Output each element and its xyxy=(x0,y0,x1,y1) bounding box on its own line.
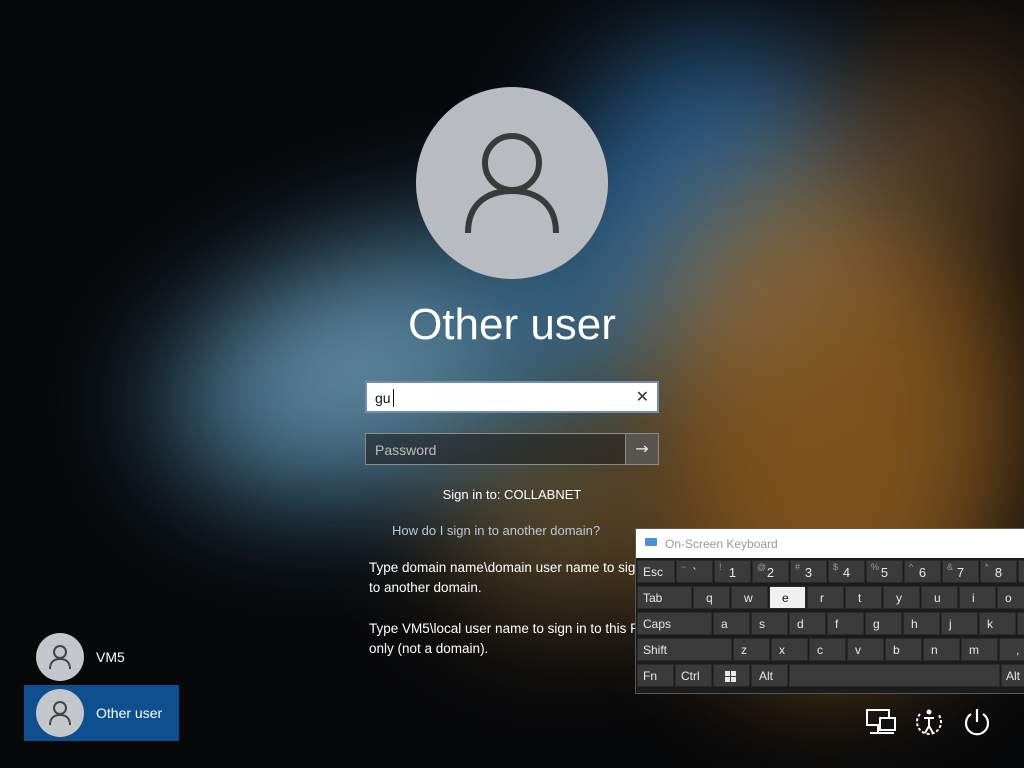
avatar xyxy=(36,689,84,737)
key-o[interactable]: o xyxy=(997,586,1024,609)
password-placeholder: Password xyxy=(375,442,437,458)
password-input[interactable]: Password → xyxy=(365,433,659,465)
key-y[interactable]: y xyxy=(883,586,920,609)
power-icon[interactable] xyxy=(960,706,994,740)
avatar xyxy=(36,633,84,681)
osk-title: On-Screen Keyboard xyxy=(665,537,778,551)
keyboard-icon xyxy=(645,538,657,546)
key-j[interactable]: j xyxy=(941,612,978,635)
key-9-partial[interactable] xyxy=(1018,560,1024,583)
ease-of-access-icon[interactable] xyxy=(912,706,946,740)
key-x[interactable]: x xyxy=(771,638,808,661)
key-ctrl[interactable]: Ctrl xyxy=(675,664,712,687)
key-esc[interactable]: Esc xyxy=(637,560,675,583)
key-3[interactable]: #3 xyxy=(790,560,827,583)
key-space[interactable] xyxy=(789,664,1000,687)
key-fn[interactable]: Fn xyxy=(637,664,674,687)
key-e[interactable]: e xyxy=(769,586,806,609)
user-tile-vm5[interactable]: VM5 xyxy=(24,629,179,685)
user-avatar xyxy=(416,87,608,279)
key-windows[interactable] xyxy=(713,664,750,687)
text-caret xyxy=(393,389,394,407)
key-alt-right[interactable]: Alt xyxy=(1001,664,1024,687)
key-h[interactable]: h xyxy=(903,612,940,635)
key-q[interactable]: q xyxy=(693,586,730,609)
key-v[interactable]: v xyxy=(847,638,884,661)
key-t[interactable]: t xyxy=(845,586,882,609)
account-title: Other user xyxy=(408,300,616,349)
key-backtick[interactable]: ~ ` xyxy=(676,560,713,583)
key-n[interactable]: n xyxy=(923,638,960,661)
username-input[interactable]: gu ✕ xyxy=(365,381,659,413)
key-w[interactable]: w xyxy=(731,586,768,609)
network-icon[interactable] xyxy=(864,706,898,740)
user-tile-label: Other user xyxy=(96,705,163,721)
windows-logo-icon xyxy=(725,671,737,683)
user-tile-label: VM5 xyxy=(96,649,125,665)
key-8[interactable]: * 8 xyxy=(980,560,1017,583)
person-icon xyxy=(465,133,559,234)
person-icon xyxy=(49,645,71,670)
sign-in-domain-label: Sign in to: COLLABNET xyxy=(442,487,582,502)
key-g[interactable]: g xyxy=(865,612,902,635)
key-6[interactable]: ^ 6 xyxy=(904,560,941,583)
key-d[interactable]: d xyxy=(789,612,826,635)
key-m[interactable]: m xyxy=(961,638,998,661)
key-tab[interactable]: Tab xyxy=(637,586,692,609)
key-b[interactable]: b xyxy=(885,638,922,661)
domain-help-text: Type domain name\domain user name to sig… xyxy=(369,560,658,595)
key-7[interactable]: & 7 xyxy=(942,560,979,583)
osk-title-bar[interactable]: On-Screen Keyboard xyxy=(636,529,1024,558)
key-u[interactable]: u xyxy=(921,586,958,609)
key-f[interactable]: f xyxy=(827,612,864,635)
key-s[interactable]: s xyxy=(751,612,788,635)
key-k[interactable]: k xyxy=(979,612,1016,635)
key-c[interactable]: c xyxy=(809,638,846,661)
key-comma[interactable]: , xyxy=(999,638,1024,661)
key-caps[interactable]: Caps xyxy=(637,612,712,635)
key-z[interactable]: z xyxy=(733,638,770,661)
key-4[interactable]: $4 xyxy=(828,560,865,583)
user-tile-other-user[interactable]: Other user xyxy=(24,685,179,741)
key-2[interactable]: @2 xyxy=(752,560,789,583)
key-1[interactable]: ! 1 xyxy=(714,560,751,583)
key-l-partial[interactable] xyxy=(1017,612,1024,635)
key-alt-left[interactable]: Alt xyxy=(751,664,788,687)
clear-icon[interactable]: ✕ xyxy=(636,387,649,406)
key-a[interactable]: a xyxy=(713,612,750,635)
local-help-text: Type VM5\local user name to sign in to t… xyxy=(369,621,649,656)
submit-arrow-button[interactable]: → xyxy=(625,434,658,464)
key-shift[interactable]: Shift xyxy=(637,638,732,661)
username-value: gu xyxy=(375,390,391,406)
on-screen-keyboard[interactable]: On-Screen Keyboard Esc ~ ` ! 1 @2 #3 $4 % 5… xyxy=(635,528,1024,694)
key-i[interactable]: i xyxy=(959,586,996,609)
person-icon xyxy=(49,701,71,726)
key-5[interactable]: % 5 xyxy=(866,560,903,583)
key-r[interactable]: r xyxy=(807,586,844,609)
another-domain-help-link[interactable]: How do I sign in to another domain? xyxy=(392,523,600,538)
